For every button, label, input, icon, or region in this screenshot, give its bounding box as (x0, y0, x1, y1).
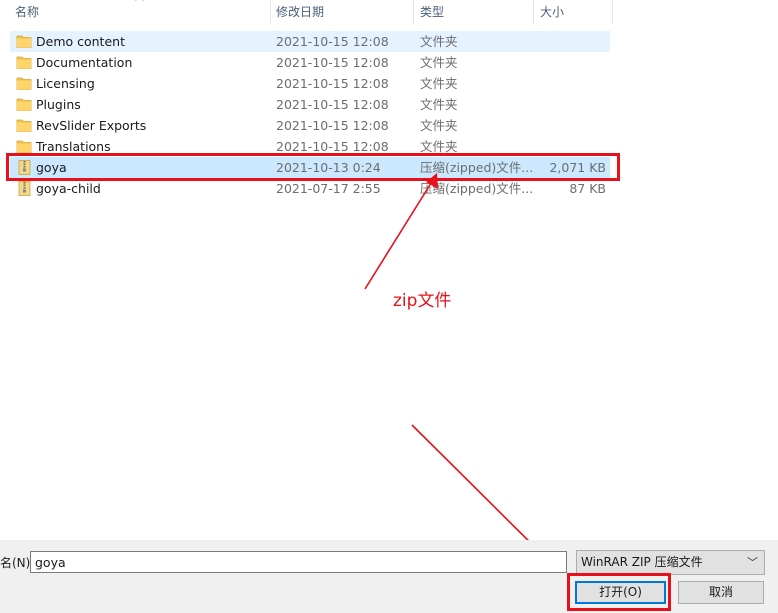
filetype-select[interactable]: WinRAR ZIP 压缩文件 ﹀ (576, 550, 765, 575)
arrow-to-zip-head (426, 173, 438, 189)
highlight-box-open (567, 573, 671, 611)
cancel-button[interactable]: 取消 (678, 581, 764, 604)
chevron-down-icon: ﹀ (747, 556, 758, 569)
annotation-label: zip文件 (393, 291, 452, 311)
filetype-value: WinRAR ZIP 压缩文件 (581, 555, 703, 569)
arrow-to-zip-line (364, 179, 434, 290)
annotation-arrows (364, 173, 562, 575)
filename-input[interactable] (30, 551, 567, 573)
